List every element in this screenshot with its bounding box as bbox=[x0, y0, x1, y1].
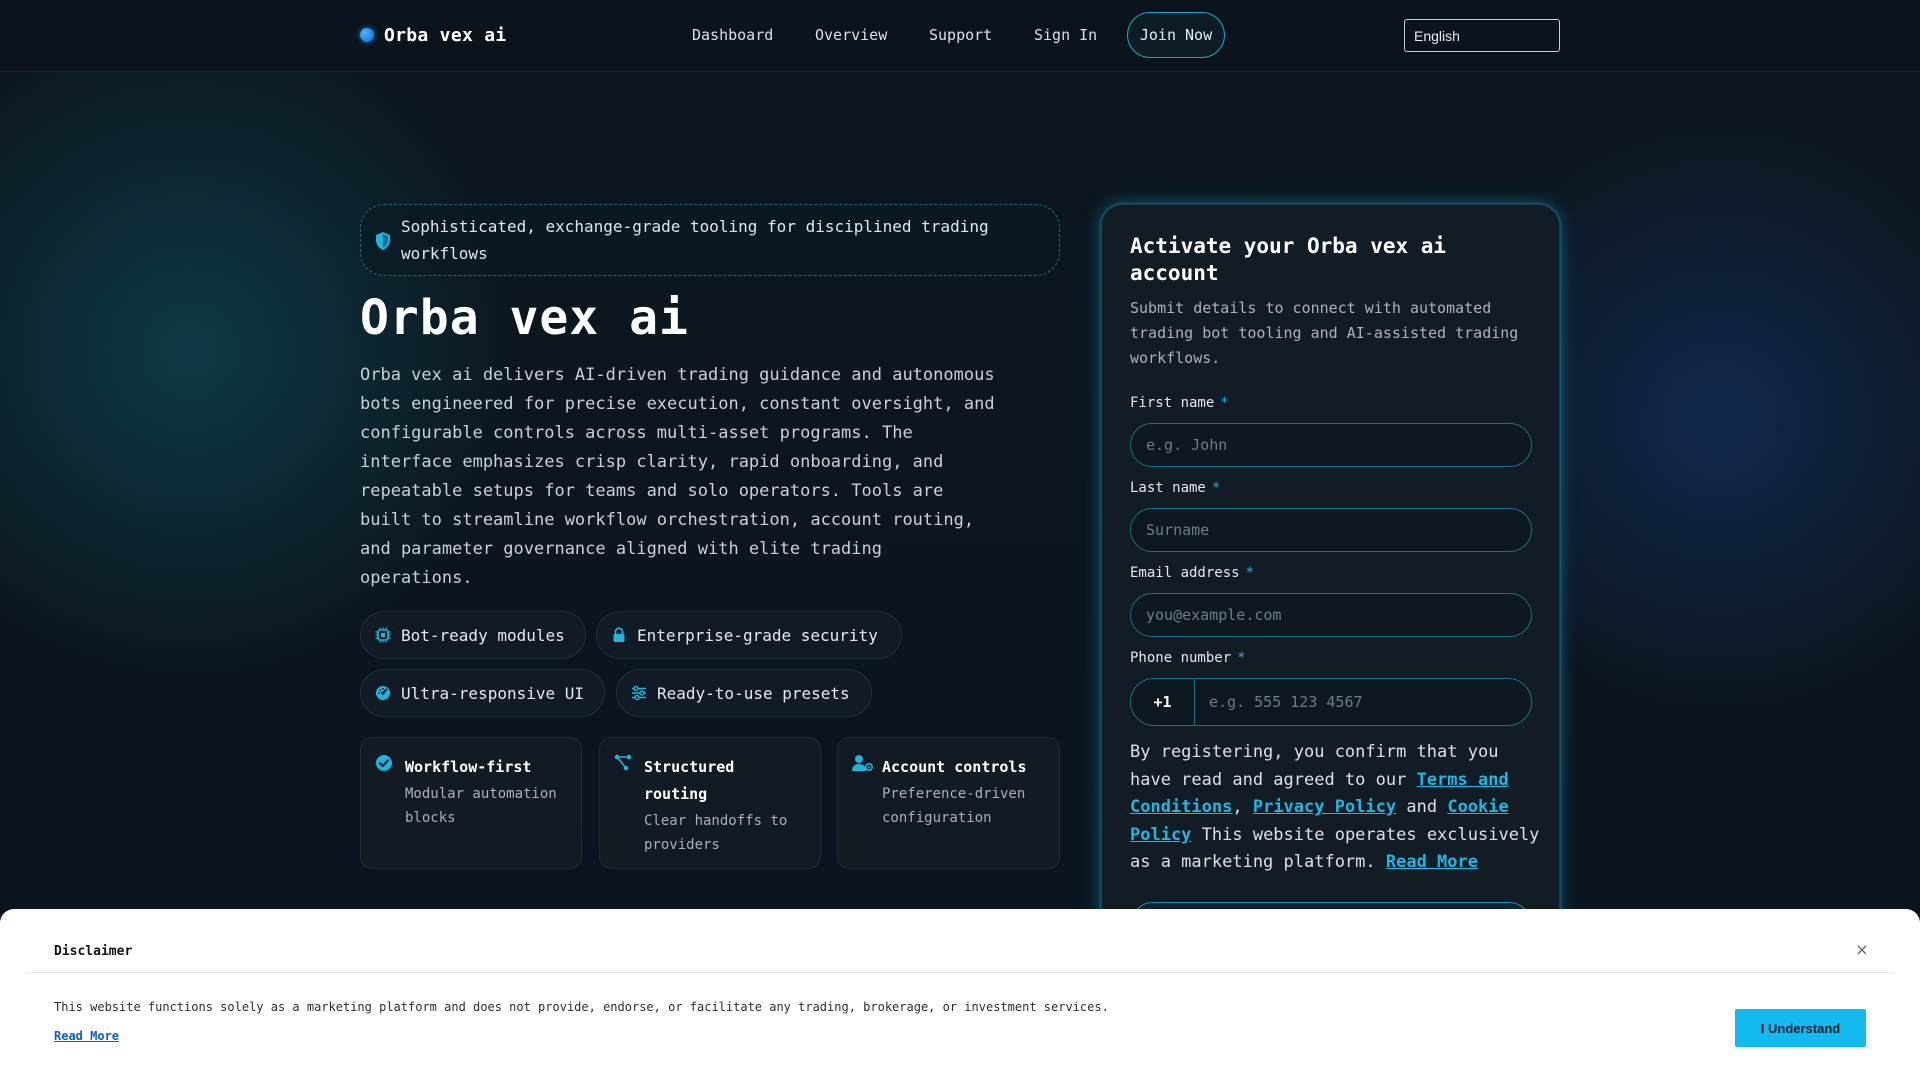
nav-link-support[interactable]: Support bbox=[929, 26, 992, 44]
feature-card-subtitle: Clear handoffs to providers bbox=[644, 813, 788, 853]
language-select[interactable]: English bbox=[1404, 19, 1560, 52]
top-navigation-bar: Orba vex ai Dashboard Overview Support S… bbox=[0, 0, 1920, 72]
chip-icon bbox=[375, 627, 391, 643]
first-name-input[interactable]: e.g. John bbox=[1130, 423, 1532, 467]
last-name-label: Last name * bbox=[1130, 480, 1220, 496]
required-marker: * bbox=[1220, 395, 1229, 411]
hero-eyebrow-badge: Sophisticated, exchange-grade tooling fo… bbox=[360, 204, 1060, 276]
banner-divider bbox=[26, 972, 1894, 973]
feature-card-title: Account controls bbox=[882, 758, 1027, 776]
feature-pill-label: Bot-ready modules bbox=[401, 625, 565, 645]
consent-separator: , bbox=[1232, 797, 1253, 817]
phone-label-text: Phone number bbox=[1130, 650, 1232, 666]
email-input[interactable]: you@example.com bbox=[1130, 593, 1532, 637]
banner-text: This website functions solely as a marke… bbox=[54, 1000, 1109, 1014]
form-description: Submit details to connect with automated… bbox=[1130, 299, 1519, 367]
feature-pill-responsive-ui: Ultra-responsive UI bbox=[360, 669, 605, 717]
feature-card-workflow-first: Workflow-first Modular automation blocks bbox=[360, 737, 582, 869]
nav-link-sign-in[interactable]: Sign In bbox=[1034, 26, 1097, 44]
lock-icon bbox=[613, 627, 625, 642]
phone-input[interactable]: e.g. 555 123 4567 bbox=[1209, 679, 1363, 725]
hero-description: Orba vex ai delivers AI-driven trading g… bbox=[360, 365, 995, 588]
check-circle-icon bbox=[376, 755, 392, 771]
phone-label: Phone number * bbox=[1130, 650, 1246, 666]
brand-name: Orba vex ai bbox=[384, 24, 507, 46]
first-name-placeholder: e.g. John bbox=[1146, 436, 1228, 454]
i-understand-button[interactable]: I Understand bbox=[1735, 1009, 1866, 1047]
phone-placeholder: e.g. 555 123 4567 bbox=[1209, 693, 1363, 711]
brand-dot-icon bbox=[360, 28, 374, 42]
feature-card-title: Workflow-first bbox=[405, 758, 532, 776]
banner-title: Disclaimer bbox=[54, 944, 133, 959]
email-label-text: Email address bbox=[1130, 565, 1240, 581]
form-title: Activate your Orba vex ai account bbox=[1130, 234, 1447, 285]
consent-separator: and bbox=[1396, 797, 1448, 817]
first-name-label: First name * bbox=[1130, 395, 1229, 411]
feature-card-subtitle: Modular automation blocks bbox=[405, 786, 557, 826]
phone-country-code[interactable]: +1 bbox=[1131, 679, 1195, 725]
consent-text: By registering, you confirm that you hav… bbox=[1130, 739, 1540, 877]
feature-pill-presets: Ready-to-use presets bbox=[616, 669, 872, 717]
required-marker: * bbox=[1211, 480, 1221, 496]
join-now-button[interactable]: Join Now bbox=[1127, 12, 1225, 58]
user-settings-icon bbox=[852, 755, 874, 772]
language-select-value: English bbox=[1414, 27, 1460, 44]
routing-icon bbox=[614, 754, 632, 771]
brand-logo[interactable]: Orba vex ai bbox=[360, 24, 507, 46]
feature-pill-bot-ready: Bot-ready modules bbox=[360, 611, 586, 659]
banner-read-more-link[interactable]: Read More bbox=[54, 1029, 119, 1043]
nav-link-overview[interactable]: Overview bbox=[815, 26, 887, 44]
feature-card-structured-routing: Structured routing Clear handoffs to pro… bbox=[599, 737, 821, 869]
phone-field: +1 e.g. 555 123 4567 bbox=[1130, 678, 1532, 726]
email-label: Email address * bbox=[1130, 565, 1254, 581]
hero-title: Orba vex ai bbox=[360, 290, 689, 346]
last-name-placeholder: Surname bbox=[1146, 521, 1210, 539]
feature-pill-security: Enterprise-grade security bbox=[596, 611, 902, 659]
last-name-input[interactable]: Surname bbox=[1130, 508, 1532, 552]
nav-link-dashboard[interactable]: Dashboard bbox=[692, 26, 773, 44]
gauge-icon bbox=[376, 686, 390, 700]
close-icon[interactable]: × bbox=[1852, 939, 1872, 959]
required-marker: * bbox=[1245, 565, 1255, 581]
consent-suffix: This website operates exclusively as a m… bbox=[1130, 824, 1540, 873]
email-placeholder: you@example.com bbox=[1146, 606, 1282, 624]
last-name-label-text: Last name bbox=[1130, 480, 1206, 496]
consent-read-more-link[interactable]: Read More bbox=[1386, 852, 1478, 872]
signup-form-panel: Activate your Orba vex ai account Submit… bbox=[1101, 204, 1560, 964]
shield-icon bbox=[376, 232, 390, 250]
feature-pill-label: Enterprise-grade security bbox=[637, 625, 878, 645]
feature-pill-label: Ready-to-use presets bbox=[657, 683, 850, 703]
feature-pill-label: Ultra-responsive UI bbox=[401, 683, 585, 703]
feature-card-account-controls: Account controls Preference-driven confi… bbox=[837, 737, 1060, 869]
disclaimer-banner: Disclaimer × This website functions sole… bbox=[0, 909, 1920, 1080]
hero-eyebrow-text: Sophisticated, exchange-grade tooling fo… bbox=[401, 217, 989, 263]
privacy-policy-link[interactable]: Privacy Policy bbox=[1253, 797, 1396, 817]
feature-card-title: Structured routing bbox=[644, 758, 735, 803]
feature-card-subtitle: Preference-driven configuration bbox=[882, 786, 1026, 826]
sliders-icon bbox=[632, 685, 646, 701]
required-marker: * bbox=[1237, 650, 1246, 666]
first-name-label-text: First name bbox=[1130, 395, 1215, 411]
